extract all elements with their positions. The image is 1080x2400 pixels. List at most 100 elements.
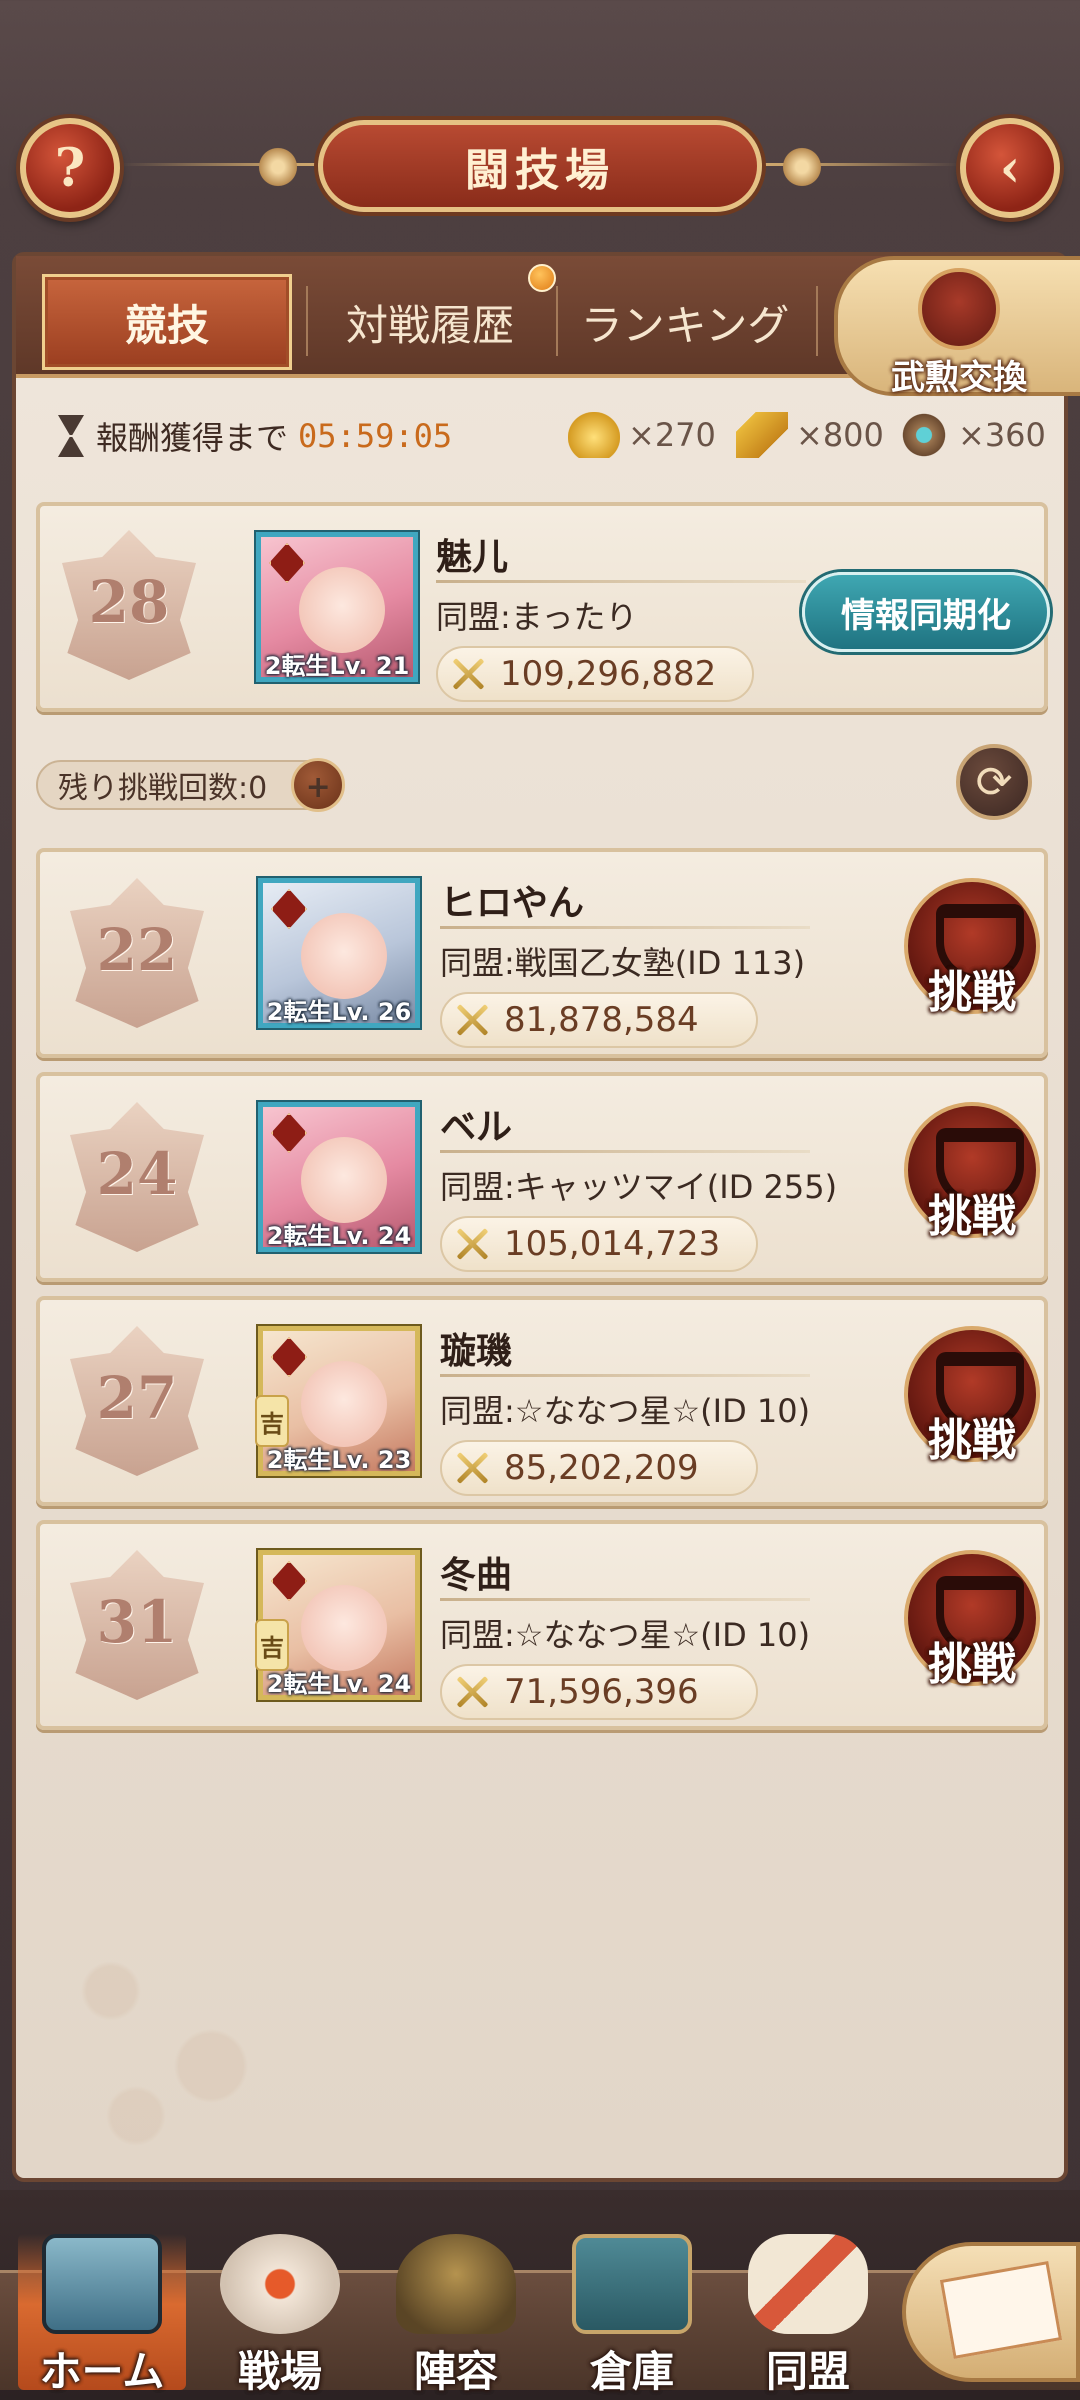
opponent-level: 2転生Lv. 23 bbox=[266, 1446, 412, 1474]
nav-label: 戦場 bbox=[237, 2347, 322, 2396]
rank-badge: 28 bbox=[62, 530, 196, 680]
tab-battle-history[interactable]: 対戦履歴 bbox=[310, 274, 550, 370]
nav-formation[interactable]: 陣容 bbox=[372, 2234, 540, 2396]
crossed-swords-icon bbox=[452, 1000, 492, 1040]
crossed-swords-icon bbox=[452, 1672, 492, 1712]
opponent-name: 冬曲 bbox=[440, 1555, 513, 1596]
currency-amount: ×360 bbox=[958, 416, 1046, 454]
player-level: 2転生Lv. 21 bbox=[264, 652, 410, 680]
rank-badge: 31 bbox=[70, 1550, 204, 1700]
currency-emblem: ×360 bbox=[898, 412, 1046, 458]
tab-label: ランキング bbox=[580, 300, 790, 350]
power-pill: 81,878,584 bbox=[440, 992, 758, 1048]
arena-panel: 競技 対戦履歴 ランキング 武勲交換 報酬獲得まで 05:59:05 ×270 … bbox=[12, 252, 1080, 2182]
name-underline bbox=[440, 1150, 810, 1153]
opponent-name: 璇璣 bbox=[440, 1331, 513, 1372]
power-pill: 71,596,396 bbox=[440, 1664, 758, 1720]
opponent-guild: 同盟:☆ななつ星☆(ID 10) bbox=[440, 1392, 811, 1430]
notification-dot-icon bbox=[528, 264, 556, 292]
attempts-label: 残り挑戦回数:0 bbox=[58, 771, 268, 806]
player-avatar[interactable]: 2転生Lv. 21 bbox=[256, 532, 418, 682]
challenge-button[interactable]: 挑戦 bbox=[902, 1326, 1042, 1476]
arena-header: ? 闘技場 ‹ bbox=[0, 0, 1080, 250]
medal-exchange-button[interactable]: 武勲交換 bbox=[834, 256, 1080, 398]
power-value: 109,296,882 bbox=[500, 654, 717, 694]
opponent-level: 2転生Lv. 24 bbox=[266, 1222, 412, 1250]
opponent-avatar[interactable]: 吉 2転生Lv. 24 bbox=[255, 1550, 420, 1700]
opponent-avatar[interactable]: 吉 2転生Lv. 23 bbox=[255, 1326, 420, 1476]
nav-label: 陣容 bbox=[413, 2347, 498, 2396]
power-pill: 85,202,209 bbox=[440, 1440, 758, 1496]
nav-label: 倉庫 bbox=[589, 2347, 674, 2396]
help-button[interactable]: ? bbox=[20, 118, 120, 218]
portrait bbox=[301, 1361, 387, 1447]
helmet-crest-icon bbox=[918, 268, 1000, 350]
opponent-name: ヒロやん bbox=[440, 883, 585, 924]
war-drum-icon bbox=[220, 2234, 340, 2334]
rank-number: 28 bbox=[88, 568, 170, 636]
opponent-card: 22 2転生Lv. 26 ヒロやん 同盟:戦国乙女塾(ID 113) 81,87… bbox=[36, 848, 1048, 1058]
opponent-avatar[interactable]: 2転生Lv. 24 bbox=[258, 1102, 420, 1252]
challenge-button[interactable]: 挑戦 bbox=[902, 1102, 1042, 1252]
rank-number: 24 bbox=[96, 1140, 178, 1208]
ticket-icon bbox=[736, 412, 788, 458]
nav-alliance[interactable]: 同盟 bbox=[724, 2234, 892, 2396]
back-button[interactable]: ‹ bbox=[960, 118, 1060, 218]
nav-battlefield[interactable]: 戦場 bbox=[196, 2234, 364, 2396]
mail-button[interactable] bbox=[902, 2242, 1080, 2382]
challenge-button[interactable]: 挑戦 bbox=[902, 878, 1042, 1028]
plus-icon: + bbox=[305, 770, 331, 805]
opponent-card: 24 2転生Lv. 24 ベル 同盟:キャッツマイ(ID 255) 105,01… bbox=[36, 1072, 1048, 1282]
treasure-chest-icon bbox=[572, 2234, 692, 2334]
help-icon: ? bbox=[54, 137, 86, 199]
remaining-attempts: 残り挑戦回数:0 + bbox=[36, 758, 346, 812]
scroll-icon bbox=[748, 2234, 868, 2334]
ornament-flower-icon bbox=[256, 145, 300, 189]
tab-divider bbox=[816, 286, 818, 356]
tab-label: 競技 bbox=[124, 300, 209, 350]
rarity-diamond-icon bbox=[271, 889, 307, 929]
player-name: 魅儿 bbox=[436, 537, 509, 578]
add-attempts-button[interactable]: + bbox=[291, 758, 346, 812]
rank-badge: 27 bbox=[70, 1326, 204, 1476]
challenge-button[interactable]: 挑戦 bbox=[902, 1550, 1042, 1700]
refresh-opponents-button[interactable]: ⟳ bbox=[956, 744, 1032, 820]
challenge-label: 挑戦 bbox=[928, 1191, 1016, 1242]
sync-info-button[interactable]: 情報同期化 bbox=[802, 572, 1050, 652]
background-flower-pattern bbox=[36, 1916, 286, 2166]
portrait bbox=[301, 1137, 387, 1223]
challenge-label: 挑戦 bbox=[928, 1415, 1016, 1466]
my-player-card: 28 2転生Lv. 21 魅儿 同盟:まったり 109,296,882 情報同期… bbox=[36, 502, 1050, 712]
envelope-icon bbox=[939, 2261, 1063, 2359]
nav-home[interactable]: ホーム bbox=[18, 2234, 186, 2396]
rarity-diamond-icon bbox=[269, 543, 305, 583]
name-underline bbox=[440, 926, 810, 929]
nav-storage[interactable]: 倉庫 bbox=[548, 2234, 716, 2396]
tab-ranking[interactable]: ランキング bbox=[560, 274, 810, 370]
rank-number: 22 bbox=[96, 916, 178, 984]
refresh-icon: ⟳ bbox=[975, 756, 1013, 808]
page-title: 闘技場 bbox=[465, 145, 615, 196]
opponent-card: 27 吉 2転生Lv. 23 璇璣 同盟:☆ななつ星☆(ID 10) 85,20… bbox=[36, 1296, 1048, 1506]
crossed-swords-icon bbox=[448, 654, 488, 694]
currency-amount: ×270 bbox=[628, 416, 716, 454]
name-underline bbox=[440, 1374, 810, 1377]
tab-competition[interactable]: 競技 bbox=[42, 274, 292, 370]
opponent-level: 2転生Lv. 24 bbox=[266, 1670, 412, 1698]
opponent-guild: 同盟:☆ななつ星☆(ID 10) bbox=[440, 1616, 811, 1654]
tab-divider bbox=[556, 286, 558, 356]
back-chevron-icon: ‹ bbox=[999, 137, 1021, 199]
portrait bbox=[299, 567, 385, 653]
rank-badge: 24 bbox=[70, 1102, 204, 1252]
page-title-plate: 闘技場 bbox=[318, 120, 762, 212]
portrait bbox=[301, 913, 387, 999]
ornament-flower-icon bbox=[780, 145, 824, 189]
power-pill: 109,296,882 bbox=[436, 646, 754, 702]
rank-number: 31 bbox=[96, 1588, 178, 1656]
portrait bbox=[301, 1585, 387, 1671]
rarity-diamond-icon bbox=[271, 1113, 307, 1153]
crossed-swords-icon bbox=[452, 1224, 492, 1264]
opponent-avatar[interactable]: 2転生Lv. 26 bbox=[258, 878, 420, 1028]
challenge-label: 挑戦 bbox=[928, 1639, 1016, 1690]
name-underline bbox=[440, 1598, 810, 1601]
